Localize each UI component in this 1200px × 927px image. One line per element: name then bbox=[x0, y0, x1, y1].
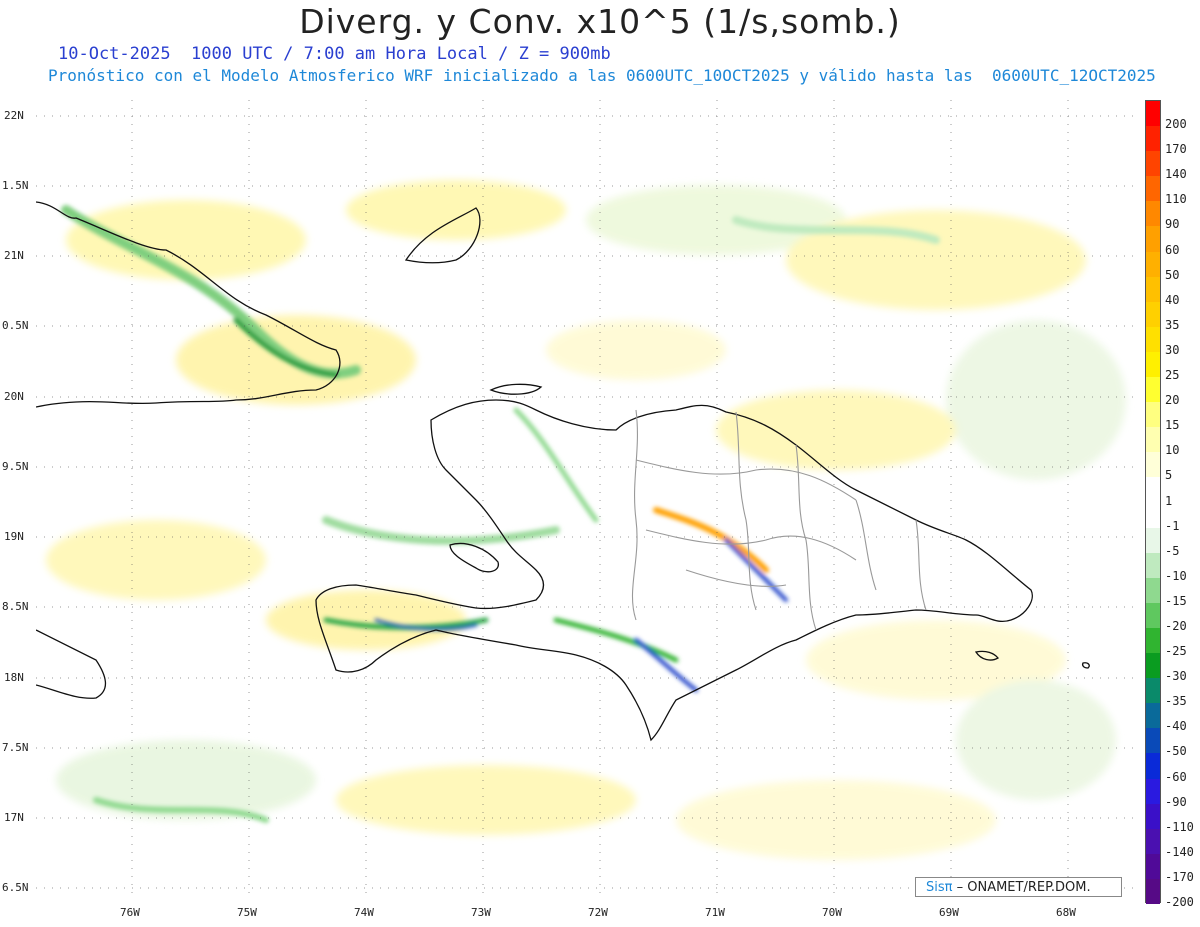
lat-label: 0.5N bbox=[2, 319, 29, 332]
lon-label: 69W bbox=[939, 906, 959, 919]
colorbar-swatch bbox=[1146, 226, 1160, 252]
colorbar-swatch bbox=[1146, 326, 1160, 352]
colorbar-swatch bbox=[1146, 552, 1160, 578]
colorbar-swatch bbox=[1146, 853, 1160, 879]
colorbar-tick-label: -35 bbox=[1165, 694, 1187, 709]
colorbar-swatch bbox=[1146, 427, 1160, 453]
lat-label: 8.5N bbox=[2, 600, 29, 613]
colorbar-swatch bbox=[1146, 126, 1160, 152]
lat-label: 1.5N bbox=[2, 179, 29, 192]
lon-label: 72W bbox=[588, 906, 608, 919]
colorbar-tick-label: 140 bbox=[1165, 167, 1187, 182]
colorbar-tick-label: -60 bbox=[1165, 769, 1187, 784]
colorbar-swatch bbox=[1146, 452, 1160, 478]
colorbar-tick-label: 60 bbox=[1165, 242, 1180, 257]
colorbar-swatch bbox=[1146, 151, 1160, 177]
colorbar-swatch bbox=[1146, 828, 1160, 854]
divergence-map bbox=[36, 100, 1138, 898]
colorbar-tick-label: 30 bbox=[1165, 342, 1180, 357]
lat-label: 17N bbox=[4, 811, 24, 824]
colorbar-tick-label: -40 bbox=[1165, 719, 1187, 734]
lat-label: 6.5N bbox=[2, 881, 29, 894]
colorbar-swatch bbox=[1146, 377, 1160, 403]
colorbar-swatch bbox=[1146, 301, 1160, 327]
lat-label: 20N bbox=[4, 390, 24, 403]
colorbar bbox=[1145, 100, 1161, 904]
lat-label: 18N bbox=[4, 671, 24, 684]
colorbar-tick-label: -10 bbox=[1165, 568, 1187, 583]
colorbar-tick-label: 20 bbox=[1165, 393, 1180, 408]
lon-label: 76W bbox=[120, 906, 140, 919]
lat-label: 22N bbox=[4, 109, 24, 122]
lon-label: 70W bbox=[822, 906, 842, 919]
colorbar-swatch bbox=[1146, 803, 1160, 829]
lon-label: 73W bbox=[471, 906, 491, 919]
lon-label: 75W bbox=[237, 906, 257, 919]
colorbar-tick-label: 170 bbox=[1165, 142, 1187, 157]
colorbar-tick-label: -20 bbox=[1165, 618, 1187, 633]
colorbar-swatch bbox=[1146, 251, 1160, 277]
colorbar-tick-label: 35 bbox=[1165, 317, 1180, 332]
sispi-logo: Sisπ bbox=[926, 880, 953, 895]
credit-box: Sisπ – ONAMET/REP.DOM. bbox=[915, 877, 1122, 897]
colorbar-swatch bbox=[1146, 753, 1160, 779]
lon-label: 68W bbox=[1056, 906, 1076, 919]
colorbar-swatch bbox=[1146, 602, 1160, 628]
colorbar-swatch bbox=[1146, 477, 1160, 503]
subtitle-model-info: Pronóstico con el Modelo Atmosferico WRF… bbox=[48, 66, 1156, 85]
colorbar-tick-label: -1 bbox=[1165, 518, 1180, 533]
colorbar-tick-label: 200 bbox=[1165, 117, 1187, 132]
colorbar-tick-label: 110 bbox=[1165, 192, 1187, 207]
colorbar-swatch bbox=[1146, 201, 1160, 227]
subtitle-valid-time: 10-Oct-2025 1000 UTC / 7:00 am Hora Loca… bbox=[58, 44, 611, 64]
colorbar-tick-label: 5 bbox=[1165, 468, 1173, 483]
lon-label: 74W bbox=[354, 906, 374, 919]
colorbar-swatch bbox=[1146, 101, 1160, 127]
lat-label: 21N bbox=[4, 249, 24, 262]
colorbar-swatch bbox=[1146, 728, 1160, 754]
colorbar-tick-label: 1 bbox=[1165, 493, 1173, 508]
lat-label: 19N bbox=[4, 530, 24, 543]
colorbar-swatch bbox=[1146, 402, 1160, 428]
colorbar-tick-label: -140 bbox=[1165, 844, 1194, 859]
colorbar-tick-label: 40 bbox=[1165, 292, 1180, 307]
colorbar-swatch bbox=[1146, 778, 1160, 804]
colorbar-tick-label: 10 bbox=[1165, 443, 1180, 458]
colorbar-tick-label: -30 bbox=[1165, 669, 1187, 684]
colorbar-swatch bbox=[1146, 176, 1160, 202]
lat-label: 9.5N bbox=[2, 460, 29, 473]
colorbar-tick-label: 90 bbox=[1165, 217, 1180, 232]
colorbar-tick-label: -5 bbox=[1165, 543, 1180, 558]
colorbar-swatch bbox=[1146, 627, 1160, 654]
colorbar-swatch bbox=[1146, 678, 1160, 704]
colorbar-tick-label: -90 bbox=[1165, 794, 1187, 809]
colorbar-swatch bbox=[1146, 878, 1160, 904]
colorbar-tick-label: -25 bbox=[1165, 644, 1187, 659]
colorbar-tick-label: 50 bbox=[1165, 267, 1180, 282]
colorbar-tick-label: 15 bbox=[1165, 418, 1180, 433]
colorbar-swatch bbox=[1146, 502, 1160, 528]
colorbar-tick-label: -200 bbox=[1165, 895, 1194, 909]
colorbar-swatch bbox=[1146, 351, 1160, 378]
colorbar-tick-label: -170 bbox=[1165, 869, 1194, 884]
colorbar-tick-label: -110 bbox=[1165, 819, 1194, 834]
chart-title: Diverg. y Conv. x10^5 (1/s,somb.) bbox=[299, 2, 901, 41]
colorbar-swatch bbox=[1146, 276, 1160, 302]
lon-label: 71W bbox=[705, 906, 725, 919]
colorbar-swatch bbox=[1146, 703, 1160, 729]
colorbar-tick-label: -15 bbox=[1165, 593, 1187, 608]
colorbar-swatch bbox=[1146, 577, 1160, 603]
colorbar-tick-label: 25 bbox=[1165, 368, 1180, 383]
colorbar-tick-label: -50 bbox=[1165, 744, 1187, 759]
colorbar-swatch bbox=[1146, 653, 1160, 679]
lat-label: 7.5N bbox=[2, 741, 29, 754]
colorbar-swatch bbox=[1146, 527, 1160, 553]
credit-text: – ONAMET/REP.DOM. bbox=[956, 880, 1091, 895]
